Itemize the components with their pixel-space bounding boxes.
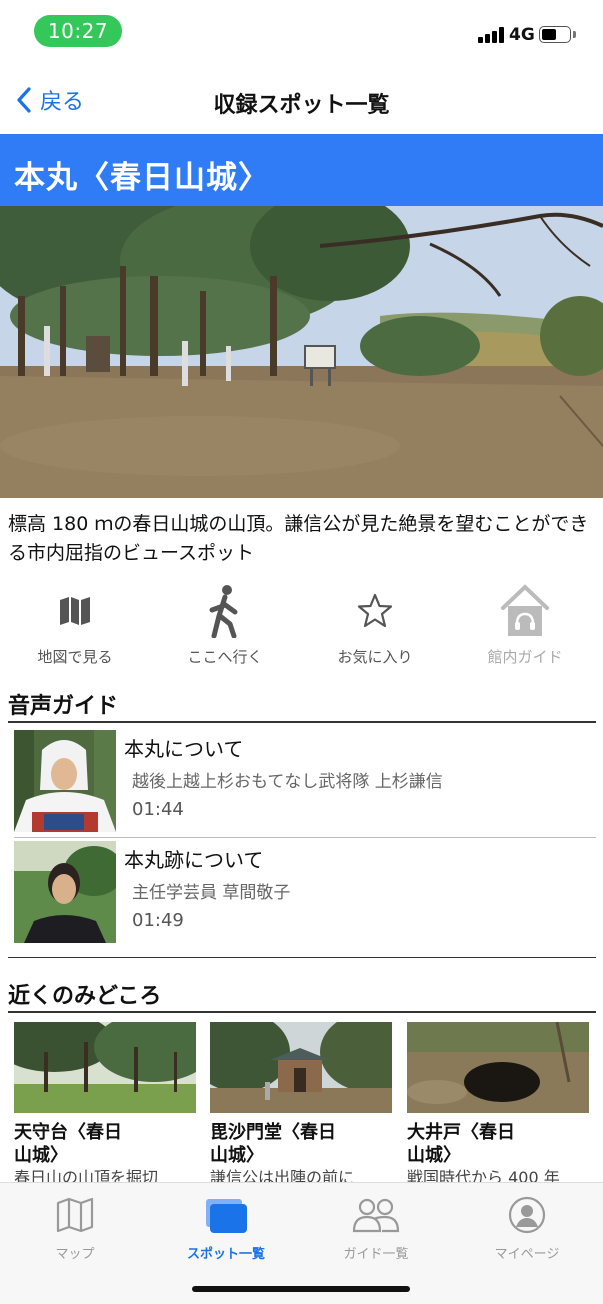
home-indicator: [192, 1286, 410, 1292]
nearby-card[interactable]: 毘沙門堂〈春日 山城〉 謙信公は出陣の前に: [210, 1022, 392, 1182]
walking-icon: [208, 582, 242, 640]
audio-duration: 01:44: [132, 799, 184, 820]
nearby-card[interactable]: 大井戸〈春日 山城〉 戦国時代から 400 年: [407, 1022, 589, 1182]
speaker-photo: [14, 841, 116, 943]
cards-icon: [204, 1193, 248, 1237]
audio-item[interactable]: 本丸について 越後上越上杉おもてなし武将隊 上杉謙信 01:44: [14, 727, 596, 837]
nearby-name-line1: 大井戸〈春日: [407, 1122, 515, 1143]
nav-title: 収録スポット一覧: [213, 93, 390, 118]
nearby-name-line1: 毘沙門堂〈春日: [210, 1122, 336, 1143]
star-icon: [357, 582, 393, 640]
battery-tip: [573, 31, 576, 38]
go-here-button[interactable]: ここへ行く: [150, 582, 300, 674]
signal-icon: [478, 27, 504, 43]
network-type: 4G: [509, 25, 535, 45]
tab-guide-list-label: ガイド一覧: [343, 1247, 409, 1262]
favorite-button[interactable]: お気に入り: [300, 582, 450, 674]
audio-title: 本丸について: [124, 737, 244, 761]
nearby-name-line2: 山城〉: [210, 1145, 264, 1166]
view-map-label: 地図で見る: [37, 648, 113, 666]
nearby-photo: [210, 1022, 392, 1113]
nearby-description: 春日山の山頂を掘切: [14, 1168, 159, 1182]
tab-guide-list[interactable]: ガイド一覧: [301, 1193, 451, 1262]
tab-spot-list-label: スポット一覧: [186, 1247, 265, 1262]
people-icon: [352, 1193, 400, 1237]
nearby-description: 戦国時代から 400 年: [407, 1168, 560, 1182]
nearby-photo: [14, 1022, 196, 1113]
spot-description: 標高 180 ｍの春日山城の山頂。謙信公が見た絶景を望むことができる市内屈指のビ…: [8, 513, 589, 564]
status-time: 10:27: [34, 15, 122, 47]
favorite-label: お気に入り: [337, 648, 413, 666]
battery-icon: [539, 26, 571, 43]
nearby-name-line2: 山城〉: [407, 1145, 461, 1166]
audio-item[interactable]: 本丸跡について 主任学芸員 草間敬子 01:49: [14, 838, 596, 948]
status-bar: 10:27 4G: [0, 0, 603, 60]
speaker-photo: [14, 730, 116, 832]
nearby-name-line2: 山城〉: [14, 1145, 68, 1166]
map-icon: [56, 1193, 94, 1237]
audio-speaker: 越後上越上杉おもてなし武将隊 上杉謙信: [132, 772, 443, 792]
tab-spot-list[interactable]: スポット一覧: [151, 1193, 301, 1262]
section-divider: [8, 1011, 596, 1013]
map-icon: [58, 582, 92, 640]
nearby-card[interactable]: 天守台〈春日 山城〉 春日山の山頂を掘切: [14, 1022, 196, 1182]
tab-map[interactable]: マップ: [0, 1193, 150, 1262]
tab-my-page[interactable]: マイページ: [452, 1193, 602, 1262]
nearby-photo: [407, 1022, 589, 1113]
audio-duration: 01:49: [132, 910, 184, 931]
action-row: 地図で見る ここへ行く お気に入り 館内ガイド: [0, 582, 603, 674]
audio-guide-heading: 音声ガイド: [8, 694, 119, 719]
building-guide-button[interactable]: 館内ガイド: [450, 582, 600, 674]
building-guide-label: 館内ガイド: [487, 648, 563, 666]
tab-my-page-label: マイページ: [494, 1247, 560, 1262]
view-map-button[interactable]: 地図で見る: [0, 582, 150, 674]
navigation-bar: 戻る 収録スポット一覧: [0, 70, 603, 132]
building-guide-icon: [499, 582, 551, 640]
nearby-description: 謙信公は出陣の前に: [210, 1168, 355, 1182]
section-divider: [8, 721, 596, 723]
audio-speaker: 主任学芸員 草間敬子: [132, 883, 291, 903]
nearby-heading: 近くのみどころ: [8, 984, 162, 1009]
nearby-name-line1: 天守台〈春日: [14, 1122, 122, 1143]
go-here-label: ここへ行く: [187, 648, 263, 666]
spot-title: 本丸〈春日山城〉: [0, 134, 603, 206]
section-divider: [8, 957, 596, 958]
spot-photo: [0, 206, 603, 498]
user-icon: [508, 1193, 546, 1237]
tab-map-label: マップ: [55, 1247, 95, 1262]
audio-title: 本丸跡について: [124, 848, 264, 872]
